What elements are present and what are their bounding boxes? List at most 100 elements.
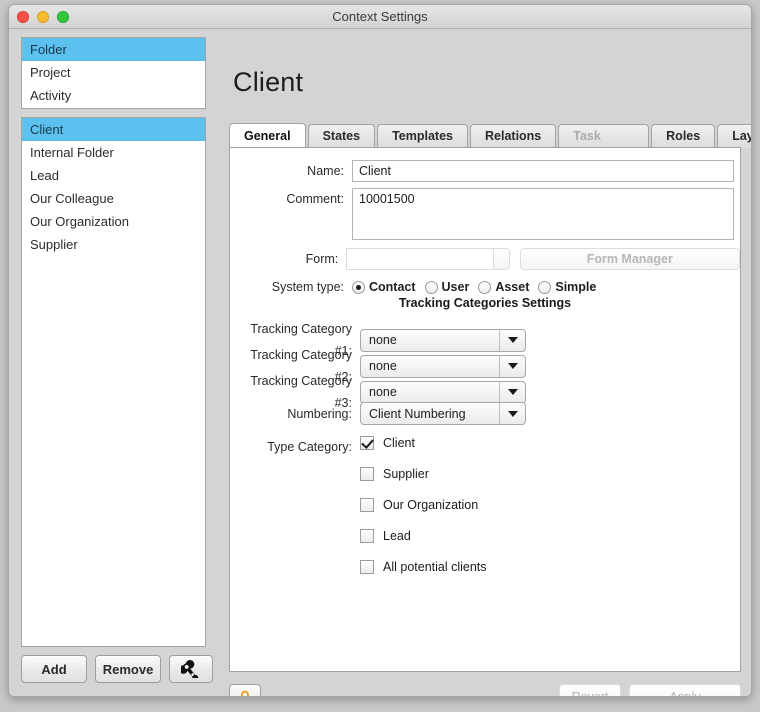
sidebar-item-label: Our Organization: [30, 214, 129, 229]
checkbox-all-potential-clients[interactable]: All potential clients: [360, 560, 487, 574]
sidebar: Folder Project Activity Client Internal …: [9, 29, 217, 696]
radio-contact[interactable]: Contact: [352, 280, 416, 294]
form-picker-button[interactable]: [494, 248, 510, 270]
checkbox-lead-indicator: [360, 529, 374, 543]
sidebar-item-lead[interactable]: Lead: [22, 164, 205, 187]
sidebar-item-internal-folder[interactable]: Internal Folder: [22, 141, 205, 164]
checkbox-supplier-label: Supplier: [383, 467, 429, 481]
chevron-down-icon: [499, 403, 525, 424]
form-input[interactable]: [346, 248, 495, 270]
sidebar-item-label: Internal Folder: [30, 145, 114, 160]
sidebar-item-label: Our Colleague: [30, 191, 114, 206]
numbering-select[interactable]: Client Numbering: [360, 402, 526, 425]
form-manager-button: Form Manager: [519, 248, 740, 270]
window-titlebar: Context Settings: [9, 5, 751, 29]
sidebar-item-label: Client: [30, 122, 64, 137]
checkbox-client-label: Client: [383, 436, 415, 450]
checkbox-lead[interactable]: Lead: [360, 529, 487, 543]
tab-general[interactable]: General: [229, 123, 306, 148]
sidebar-item-supplier[interactable]: Supplier: [22, 233, 205, 256]
lock-button[interactable]: [229, 684, 261, 696]
chevron-down-icon: [499, 381, 525, 403]
tab-templates[interactable]: Templates: [377, 124, 468, 148]
system-type-row: System type: Contact User Asset Simple: [230, 276, 740, 298]
name-row: Name:: [230, 160, 740, 182]
tab-states[interactable]: States: [307, 124, 376, 148]
numbering-value: Client Numbering: [369, 406, 466, 421]
form-label: Form:: [305, 252, 339, 266]
tracking-category-3-select[interactable]: none: [360, 380, 526, 404]
tab-layout[interactable]: Layout: [717, 124, 751, 148]
checkbox-client[interactable]: Client: [360, 436, 487, 450]
add-button[interactable]: Add: [21, 655, 87, 683]
window-body: Folder Project Activity Client Internal …: [9, 29, 751, 696]
radio-user-indicator: [424, 280, 438, 294]
radio-contact-label: Contact: [369, 280, 416, 294]
lock-icon: [240, 690, 250, 696]
radio-simple-indicator: [538, 280, 552, 294]
radio-user-label: User: [441, 280, 470, 294]
apply-button: Apply: [629, 684, 741, 696]
radio-contact-indicator: [352, 280, 365, 294]
checkbox-all-potential-clients-indicator: [360, 560, 374, 574]
page-title: Client: [233, 67, 304, 97]
revert-button: Revert: [559, 684, 621, 696]
context-type-list[interactable]: Folder Project Activity: [21, 37, 206, 109]
comment-textarea[interactable]: 10001500: [352, 188, 734, 240]
tab-roles[interactable]: Roles: [651, 124, 716, 148]
radio-simple-label: Simple: [555, 280, 597, 294]
sidebar-item-our-organization[interactable]: Our Organization: [22, 210, 205, 233]
sidebar-item-label: Project: [30, 65, 71, 80]
tab-relations[interactable]: Relations: [470, 124, 557, 148]
checkbox-supplier[interactable]: Supplier: [360, 467, 487, 481]
general-tab-panel: Name: Comment: 10001500 Form: Form Manag…: [229, 147, 741, 672]
type-category-label: Type Category:: [267, 440, 352, 454]
form-action-buttons: Revert Apply: [559, 684, 741, 696]
content-pane: Client General States Templates Relation…: [217, 29, 751, 696]
tab-bar: General States Templates Relations Task …: [229, 123, 751, 166]
name-label: Name:: [307, 164, 344, 178]
system-type-radio-group: Contact User Asset Simple: [352, 280, 600, 294]
radio-asset-indicator: [478, 280, 492, 294]
radio-asset-label: Asset: [495, 280, 530, 294]
sidebar-item-label: Folder: [30, 42, 67, 57]
context-settings-window: Context Settings Folder Project Activity…: [8, 4, 752, 697]
name-input[interactable]: [352, 160, 734, 182]
system-type-label: System type:: [271, 280, 344, 294]
checkbox-our-organization-label: Our Organization: [383, 498, 479, 512]
remove-button[interactable]: Remove: [95, 655, 161, 683]
numbering-label: Numbering:: [287, 406, 352, 421]
sidebar-item-folder[interactable]: Folder: [22, 38, 205, 61]
sidebar-item-label: Activity: [30, 88, 72, 103]
checkbox-our-organization[interactable]: Our Organization: [360, 498, 487, 512]
numbering-row: Numbering: Client Numbering: [230, 402, 740, 425]
checkbox-all-potential-clients-label: All potential clients: [383, 560, 487, 574]
sidebar-item-label: Lead: [30, 168, 59, 183]
sidebar-item-activity[interactable]: Activity: [22, 84, 205, 107]
comment-label: Comment:: [286, 192, 344, 206]
tracking-category-3-value: none: [369, 385, 397, 399]
tab-task-templates: Task Templates: [558, 124, 650, 166]
radio-user[interactable]: User: [424, 280, 470, 294]
checkbox-our-organization-indicator: [360, 498, 374, 512]
wrench-icon: [181, 660, 199, 678]
radio-asset[interactable]: Asset: [478, 280, 529, 294]
context-instance-list[interactable]: Client Internal Folder Lead Our Colleagu…: [21, 117, 206, 647]
form-row: Form: Form Manager: [230, 248, 740, 270]
comment-row: Comment: 10001500: [230, 188, 740, 240]
sidebar-item-client[interactable]: Client: [22, 118, 205, 141]
type-category-row: Type Category: Client Supplier Our Organ…: [230, 436, 740, 574]
content-bottom-bar: Revert Apply: [229, 681, 741, 696]
sidebar-item-our-colleague[interactable]: Our Colleague: [22, 187, 205, 210]
settings-tool-button[interactable]: [169, 655, 213, 683]
window-title: Context Settings: [332, 9, 428, 24]
radio-simple[interactable]: Simple: [538, 280, 596, 294]
checkbox-lead-label: Lead: [383, 529, 411, 543]
sidebar-item-project[interactable]: Project: [22, 61, 205, 84]
tracking-categories-heading: Tracking Categories Settings: [398, 296, 572, 310]
checkbox-client-indicator: [360, 436, 374, 450]
type-category-checkbox-group: Client Supplier Our Organization Lead Al…: [360, 436, 487, 574]
sidebar-toolbar: Add Remove: [21, 655, 213, 683]
checkbox-supplier-indicator: [360, 467, 374, 481]
sidebar-item-label: Supplier: [30, 237, 78, 252]
